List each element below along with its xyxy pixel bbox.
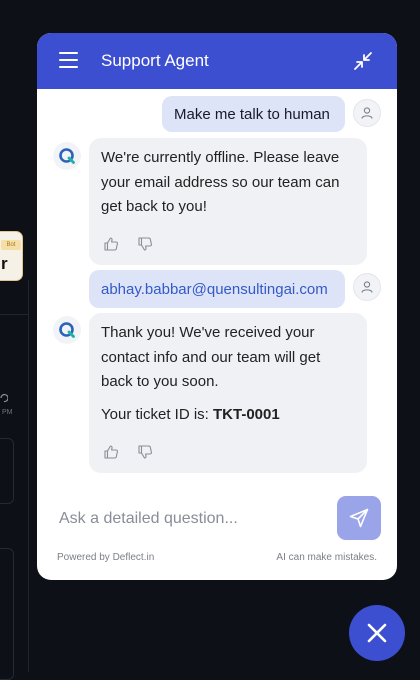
background-panel: [0, 548, 14, 680]
user-message: Make me talk to human: [162, 96, 345, 132]
message-text: Thank you! We've received your contact i…: [101, 324, 321, 390]
message-text: Make me talk to human: [174, 105, 330, 123]
chat-title: Support Agent: [101, 51, 209, 70]
bot-message: Thank you! We've received your contact i…: [89, 313, 367, 473]
user-icon: [361, 107, 373, 119]
bot-avatar: [53, 316, 81, 344]
user-message: abhay.babbar@quensultingai.com: [89, 270, 345, 308]
thumbs-down-icon[interactable]: [137, 444, 153, 460]
background-panel: [0, 438, 14, 504]
q-logo-icon: [59, 322, 75, 338]
ticket-line: Your ticket ID is: TKT-0001: [101, 403, 355, 428]
menu-button[interactable]: [59, 52, 79, 70]
refresh-icon: [0, 394, 8, 403]
close-icon: [367, 623, 387, 643]
message-email-link[interactable]: abhay.babbar@quensultingai.com: [101, 281, 328, 298]
message-text: We're currently offline. Please leave yo…: [101, 149, 340, 215]
powered-by[interactable]: Powered by Deflect.in: [57, 552, 154, 563]
disclaimer: AI can make mistakes.: [276, 552, 377, 563]
collapse-arrows-icon[interactable]: [353, 51, 373, 71]
chat-widget: Support Agent Make me talk to human We'r…: [37, 33, 397, 580]
user-avatar: [353, 273, 381, 301]
thumbs-up-icon[interactable]: [103, 444, 119, 460]
ticket-id: TKT-0001: [213, 405, 280, 423]
send-icon: [349, 508, 369, 528]
ticket-prefix: Your ticket ID is:: [101, 405, 213, 423]
divider: [28, 280, 29, 672]
question-input[interactable]: [57, 505, 301, 533]
background-time: PM: [2, 409, 13, 416]
send-button[interactable]: [337, 496, 381, 540]
thumbs-down-icon[interactable]: [137, 236, 153, 252]
bot-message: We're currently offline. Please leave yo…: [89, 138, 367, 265]
divider: [0, 314, 28, 315]
background-card: Bot r: [0, 231, 23, 281]
hamburger-icon: [59, 52, 78, 54]
message-list[interactable]: Make me talk to human We're currently of…: [37, 89, 397, 509]
background-card-tag: Bot: [1, 240, 21, 250]
composer: [37, 493, 397, 543]
thumbs-up-icon[interactable]: [103, 236, 119, 252]
user-avatar: [353, 99, 381, 127]
background-card-letter: r: [1, 254, 8, 273]
bot-avatar: [53, 142, 81, 170]
close-chat-button[interactable]: [349, 605, 405, 661]
chat-header: Support Agent: [37, 33, 397, 89]
user-icon: [361, 281, 373, 293]
q-logo-icon: [59, 148, 75, 164]
